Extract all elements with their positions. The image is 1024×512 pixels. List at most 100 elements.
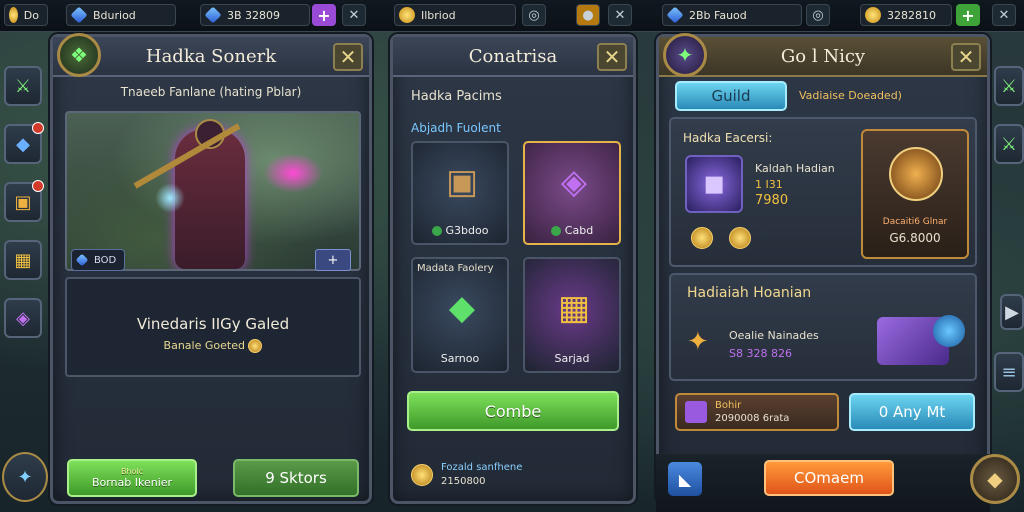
gem-shop-icon[interactable]: ◆ <box>970 454 1020 504</box>
item-price: 7980 <box>755 193 789 208</box>
currency-gems-2: 3B 32809 <box>200 4 310 26</box>
side-nav-right-3[interactable]: ▶ <box>1000 294 1024 330</box>
close-icon[interactable]: ✕ <box>608 4 632 26</box>
add-gold-button[interactable]: + <box>956 4 980 26</box>
sword-icon: ⚔ <box>1000 133 1018 155</box>
guild-panel: Go l Nicy ✦ ✕ Guild Vadiaise Doeaded) Ha… <box>656 33 990 504</box>
orb-icon <box>933 315 965 347</box>
recipe-slot-2[interactable]: ◈ Cabd <box>523 141 621 245</box>
combine-tab-label[interactable]: Abjadh Fuolent <box>411 121 501 135</box>
reward-caption: Dacaiti6 Glnar <box>882 217 948 227</box>
hoanian-details: Oealie Nainades S8 328 826 <box>729 327 819 363</box>
side-nav-right-2[interactable]: ⚔ <box>994 124 1024 164</box>
gold-coin-icon <box>399 7 415 23</box>
side-nav-crystal[interactable]: ◆ <box>4 122 44 164</box>
hero-sub-row: Banale Goeted <box>67 339 359 353</box>
currency-gold-right: 3282810 <box>860 4 952 26</box>
coin-icon[interactable] <box>691 227 713 249</box>
gold-coin-icon <box>865 7 881 23</box>
confirm-button-label: COmaem <box>794 469 864 487</box>
add-gems-button[interactable]: + <box>312 4 336 26</box>
item-card: Hadka Eacersi: ◼ Kaldah Hadian 1 I31 798… <box>669 117 977 267</box>
shield-icon[interactable]: ◎ <box>806 4 830 26</box>
combine-footer-label: Fozald sanfhene <box>441 462 523 473</box>
gold-value-mid: Ilbriod <box>421 8 456 22</box>
bornab-button-caption: Bholc <box>120 467 144 476</box>
item-count: 1 I31 <box>755 178 783 191</box>
hoanian-line-1: Oealie Nainades <box>729 329 819 342</box>
hero-level-tag: BOD <box>71 249 126 271</box>
hero-name: Vinedaris IIGy Galed <box>136 315 290 333</box>
status-dot-icon <box>550 226 561 236</box>
recipe-slot-3[interactable]: Madata Faolery ◆ Sarnoo <box>411 257 509 373</box>
bornab-button-label: Bornab Ikenier <box>91 476 173 489</box>
tab-other-label[interactable]: Vadiaise Doeaded) <box>799 89 902 102</box>
hero-upgrade-button[interactable]: + <box>315 249 351 271</box>
buy-button[interactable]: 0 Any Mt <box>849 393 975 431</box>
sktors-button[interactable]: 9 Sktors <box>233 459 359 497</box>
tab-guild[interactable]: Guild <box>675 81 787 111</box>
gem-icon <box>70 6 88 24</box>
side-nav-right-4[interactable]: ≡ <box>994 352 1024 392</box>
combine-button-label: Combe <box>484 401 542 421</box>
cost-box[interactable]: Bohir 2090008 6rata <box>675 393 839 431</box>
recipe-slot-1[interactable]: ▣ G3bdoo <box>411 141 509 245</box>
coin-icon <box>248 339 263 353</box>
side-nav-ticket[interactable]: ◈ <box>4 298 42 338</box>
currency-gold-mid: Ilbriod <box>394 4 516 26</box>
recipe-slot-4-label: Sarjad <box>554 352 590 365</box>
cube-icon[interactable]: ◼ <box>685 155 743 213</box>
item-card-title: Hadka Eacersi: <box>683 131 773 145</box>
player-portrait-button[interactable]: ✦ <box>2 452 48 502</box>
recipe-slot-4[interactable]: ▦ Sarjad <box>523 257 621 373</box>
confirm-button[interactable]: COmaem <box>764 460 894 496</box>
close-icon[interactable]: ✕ <box>342 4 366 26</box>
player-avatar-chip[interactable]: Do <box>4 4 48 26</box>
notification-dot <box>32 180 44 192</box>
sword-icon: ⚔ <box>14 75 32 97</box>
combine-footer-value: 2150800 <box>441 476 486 487</box>
combine-section-title: Hadka Pacims <box>411 89 502 104</box>
recipe-slot-1-label: G3bdoo <box>413 224 507 237</box>
bornab-button[interactable]: Bholc Bornab Ikenier <box>67 459 197 497</box>
magic-glow <box>263 153 323 193</box>
recipe-slot-3-caption: Madata Faolery <box>417 263 494 274</box>
chest-icon: ▣ <box>14 191 32 213</box>
combine-panel-close-button[interactable]: ✕ <box>597 43 627 71</box>
star-icon: ✦ <box>687 327 709 357</box>
hoanian-title: Hadiaiah Hoanian <box>687 285 812 301</box>
side-nav-treasure[interactable]: ▦ <box>4 240 42 280</box>
combine-button[interactable]: Combe <box>407 391 619 431</box>
side-nav-sword[interactable]: ⚔ <box>4 66 42 106</box>
currency-gems-right: 2Bb Fauod <box>662 4 802 26</box>
buy-button-label: 0 Any Mt <box>878 403 946 421</box>
status-dot-icon <box>431 226 442 236</box>
shield-reward-icon <box>889 147 943 201</box>
share-icon[interactable]: ◣ <box>668 462 702 496</box>
hoanian-card: Hadiaiah Hoanian ✦ Oealie Nainades S8 32… <box>669 273 977 381</box>
item-details: Kaldah Hadian 1 I31 7980 <box>755 161 835 209</box>
reward-card[interactable]: Dacaiti6 Glnar G6.8000 <box>861 129 969 259</box>
coin-icon[interactable]: ● <box>576 4 600 26</box>
ticket-icon: ◈ <box>560 162 588 202</box>
reward-value: G6.8000 <box>889 231 941 245</box>
sword-icon: ⚔ <box>1000 75 1018 97</box>
hero-panel: Hadka Sonerk ❖ ✕ Tnaeeb Fanlane (hating … <box>50 33 372 504</box>
guild-panel-close-button[interactable]: ✕ <box>951 43 981 71</box>
recipe-slot-2-text: Cabd <box>564 224 594 237</box>
gems-value-1: Bduriod <box>93 8 136 22</box>
guild-emblem-icon: ✦ <box>663 33 707 77</box>
gem-icon <box>666 6 684 24</box>
shield-icon[interactable]: ◎ <box>522 4 546 26</box>
side-nav-chest[interactable]: ▣ <box>4 180 44 222</box>
cost-value: 2090008 6rata <box>715 413 790 424</box>
crystal-icon: ◆ <box>16 133 30 155</box>
side-nav-right-1[interactable]: ⚔ <box>994 66 1024 106</box>
treasure-icon: ▦ <box>14 249 32 271</box>
plus-icon: + <box>327 252 339 268</box>
ticket-icon: ◈ <box>16 307 30 329</box>
combine-footer: Fozald sanfhene 2150800 <box>411 461 522 489</box>
coin-icon[interactable] <box>729 227 751 249</box>
close-icon[interactable]: ✕ <box>992 4 1016 26</box>
hero-panel-close-button[interactable]: ✕ <box>333 43 363 71</box>
